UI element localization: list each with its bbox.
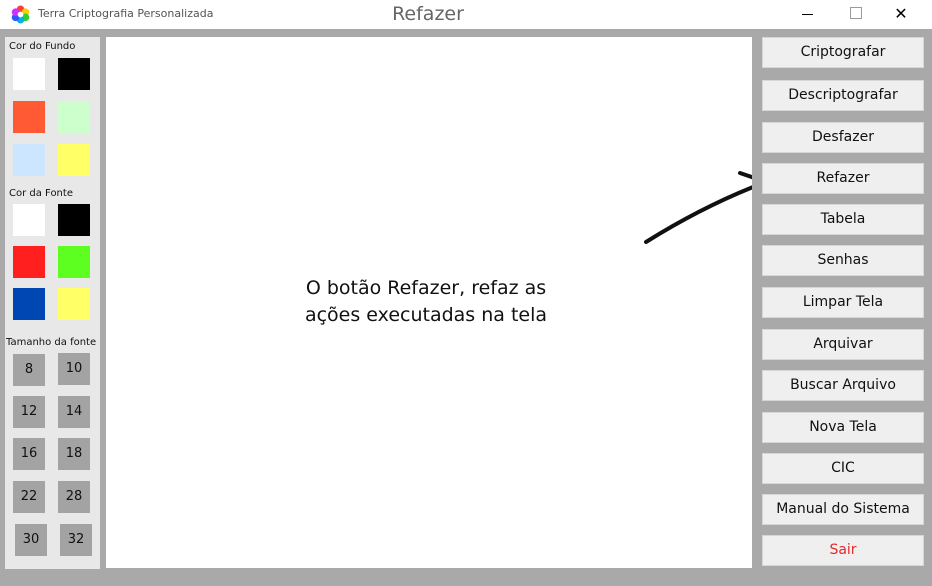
font-color-label: Cor da Fonte xyxy=(9,188,73,199)
clear-screen-button[interactable]: Limpar Tela xyxy=(762,287,924,318)
open-file-button[interactable]: Buscar Arquivo xyxy=(762,370,924,401)
title-bar: Terra Criptografia Personalizada Refazer… xyxy=(0,0,932,29)
font-size-button[interactable]: 16 xyxy=(13,438,45,470)
right-panel: Criptografar Descriptografar Desfazer Re… xyxy=(760,37,927,569)
cic-button[interactable]: CIC xyxy=(762,453,924,484)
bg-swatch-light-blue[interactable] xyxy=(13,144,45,176)
bg-swatch-orange[interactable] xyxy=(13,101,45,133)
exit-button[interactable]: Sair xyxy=(762,535,924,566)
redo-button[interactable]: Refazer xyxy=(762,163,924,194)
font-size-button[interactable]: 32 xyxy=(60,524,92,556)
font-size-button[interactable]: 14 xyxy=(58,396,90,428)
minimize-button[interactable] xyxy=(792,3,822,25)
bg-swatch-light-green[interactable] xyxy=(58,101,90,133)
left-panel: Cor do Fundo Cor da Fonte Tamanho da fon… xyxy=(5,37,100,569)
font-swatch-blue[interactable] xyxy=(13,288,45,320)
passwords-button[interactable]: Senhas xyxy=(762,245,924,276)
table-button[interactable]: Tabela xyxy=(762,204,924,235)
font-swatch-red[interactable] xyxy=(13,246,45,278)
bg-swatch-yellow[interactable] xyxy=(58,144,90,176)
font-swatch-yellow[interactable] xyxy=(58,288,90,320)
font-size-button[interactable]: 30 xyxy=(15,524,47,556)
font-size-button[interactable]: 10 xyxy=(58,353,90,385)
decrypt-button[interactable]: Descriptografar xyxy=(762,80,924,111)
bg-swatch-black[interactable] xyxy=(58,58,90,90)
maximize-button[interactable] xyxy=(840,3,870,25)
close-button[interactable]: ✕ xyxy=(886,3,916,25)
font-size-button[interactable]: 12 xyxy=(13,396,45,428)
font-size-button[interactable]: 22 xyxy=(13,481,45,513)
font-size-label: Tamanho da fonte xyxy=(6,337,97,348)
pointer-arrow-icon xyxy=(644,171,752,244)
drawing-canvas[interactable]: O botão Refazer, refaz as ações executad… xyxy=(106,37,752,568)
font-size-button[interactable]: 8 xyxy=(13,354,45,386)
background-color-label: Cor do Fundo xyxy=(9,41,76,52)
font-size-button[interactable]: 28 xyxy=(58,481,90,513)
archive-button[interactable]: Arquivar xyxy=(762,329,924,360)
bg-swatch-white[interactable] xyxy=(13,58,45,90)
font-swatch-white[interactable] xyxy=(13,204,45,236)
font-size-button[interactable]: 18 xyxy=(58,438,90,470)
font-swatch-black[interactable] xyxy=(58,204,90,236)
new-screen-button[interactable]: Nova Tela xyxy=(762,412,924,443)
font-swatch-green[interactable] xyxy=(58,246,90,278)
undo-button[interactable]: Desfazer xyxy=(762,122,924,153)
encrypt-button[interactable]: Criptografar xyxy=(762,37,924,68)
system-manual-button[interactable]: Manual do Sistema xyxy=(762,494,924,525)
window-title: Refazer xyxy=(392,3,464,25)
